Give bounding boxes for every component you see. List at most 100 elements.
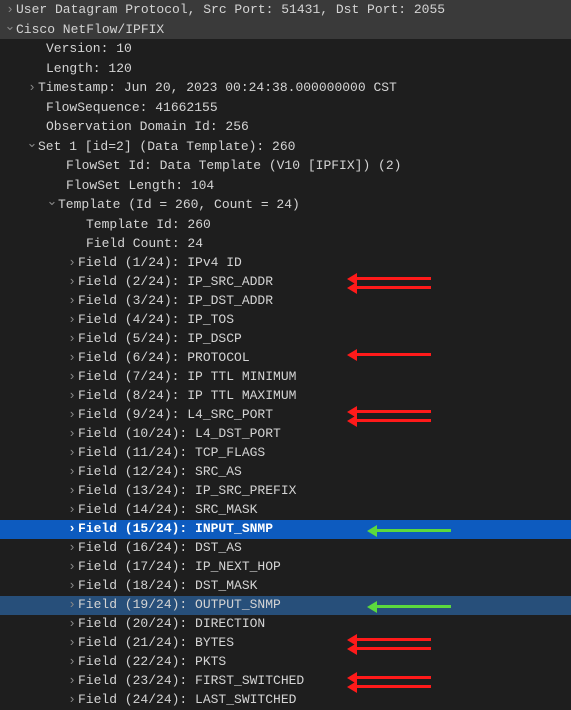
field-label: Field (16/24): DST_AS (78, 538, 242, 558)
chevron-down-icon (4, 20, 16, 40)
flowset-length-label: FlowSet Length: 104 (66, 176, 214, 196)
field-row[interactable]: Field (17/24): IP_NEXT_HOP (0, 558, 571, 577)
field-label: Field (5/24): IP_DSCP (78, 329, 242, 349)
arrow-red-icon (351, 410, 431, 413)
cisco-header-row[interactable]: Cisco NetFlow/IPFIX (0, 20, 571, 40)
template-row[interactable]: Template (Id = 260, Count = 24) (0, 195, 571, 215)
field-count-label: Field Count: 24 (86, 234, 203, 254)
field-row[interactable]: Field (18/24): DST_MASK (0, 577, 571, 596)
field-label: Field (4/24): IP_TOS (78, 310, 234, 330)
field-row[interactable]: Field (24/24): LAST_SWITCHED (0, 691, 571, 710)
chevron-right-icon (66, 595, 78, 615)
timestamp-label: Timestamp: Jun 20, 2023 00:24:38.0000000… (38, 78, 397, 98)
arrow-red-icon (351, 286, 431, 289)
chevron-down-icon (46, 195, 58, 215)
field-row[interactable]: Field (16/24): DST_AS (0, 539, 571, 558)
chevron-right-icon (66, 690, 78, 710)
chevron-right-icon (66, 291, 78, 311)
field-label: Field (22/24): PKTS (78, 652, 226, 672)
field-label: Field (12/24): SRC_AS (78, 462, 242, 482)
chevron-right-icon (66, 367, 78, 387)
field-row[interactable]: Field (7/24): IP TTL MINIMUM (0, 368, 571, 387)
arrow-red-icon (351, 638, 431, 641)
udp-header-label: User Datagram Protocol, Src Port: 51431,… (16, 0, 445, 20)
field-count-row[interactable]: Field Count: 24 (0, 234, 571, 254)
arrow-red-icon (351, 685, 431, 688)
template-label: Template (Id = 260, Count = 24) (58, 195, 300, 215)
cisco-header-label: Cisco NetFlow/IPFIX (16, 20, 164, 40)
version-label: Version: 10 (46, 39, 132, 59)
length-row[interactable]: Length: 120 (0, 59, 571, 79)
flowsequence-row[interactable]: FlowSequence: 41662155 (0, 98, 571, 118)
field-label: Field (8/24): IP TTL MAXIMUM (78, 386, 296, 406)
observation-row[interactable]: Observation Domain Id: 256 (0, 117, 571, 137)
version-row[interactable]: Version: 10 (0, 39, 571, 59)
arrow-green-icon (371, 529, 451, 532)
field-label: Field (2/24): IP_SRC_ADDR (78, 272, 273, 292)
field-label: Field (15/24): INPUT_SNMP (78, 519, 273, 539)
field-label: Field (18/24): DST_MASK (78, 576, 257, 596)
chevron-right-icon (66, 253, 78, 273)
arrow-red-icon (351, 277, 431, 280)
field-label: Field (21/24): BYTES (78, 633, 234, 653)
flowset-length-row[interactable]: FlowSet Length: 104 (0, 176, 571, 196)
field-row[interactable]: Field (3/24): IP_DST_ADDR (0, 292, 571, 311)
field-row[interactable]: Field (2/24): IP_SRC_ADDR (0, 273, 571, 292)
chevron-right-icon (66, 310, 78, 330)
chevron-right-icon (66, 500, 78, 520)
chevron-right-icon (66, 538, 78, 558)
field-row[interactable]: Field (20/24): DIRECTION (0, 615, 571, 634)
field-row[interactable]: Field (1/24): IPv4 ID (0, 254, 571, 273)
set1-label: Set 1 [id=2] (Data Template): 260 (38, 137, 295, 157)
field-row[interactable]: Field (22/24): PKTS (0, 653, 571, 672)
field-row[interactable]: Field (14/24): SRC_MASK (0, 501, 571, 520)
field-label: Field (9/24): L4_SRC_PORT (78, 405, 273, 425)
field-row[interactable]: Field (23/24): FIRST_SWITCHED (0, 672, 571, 691)
timestamp-row[interactable]: Timestamp: Jun 20, 2023 00:24:38.0000000… (0, 78, 571, 98)
field-row[interactable]: Field (21/24): BYTES (0, 634, 571, 653)
set1-row[interactable]: Set 1 [id=2] (Data Template): 260 (0, 137, 571, 157)
field-row[interactable]: Field (19/24): OUTPUT_SNMP (0, 596, 571, 615)
field-row[interactable]: Field (15/24): INPUT_SNMP (0, 520, 571, 539)
field-row[interactable]: Field (5/24): IP_DSCP (0, 330, 571, 349)
field-label: Field (17/24): IP_NEXT_HOP (78, 557, 281, 577)
field-row[interactable]: Field (8/24): IP TTL MAXIMUM (0, 387, 571, 406)
field-row[interactable]: Field (13/24): IP_SRC_PREFIX (0, 482, 571, 501)
chevron-right-icon (66, 652, 78, 672)
chevron-right-icon (66, 405, 78, 425)
chevron-right-icon (66, 671, 78, 691)
chevron-right-icon (66, 481, 78, 501)
chevron-right-icon (66, 614, 78, 634)
chevron-right-icon (66, 329, 78, 349)
field-row[interactable]: Field (4/24): IP_TOS (0, 311, 571, 330)
field-row[interactable]: Field (6/24): PROTOCOL (0, 349, 571, 368)
observation-label: Observation Domain Id: 256 (46, 117, 249, 137)
template-id-row[interactable]: Template Id: 260 (0, 215, 571, 235)
field-row[interactable]: Field (10/24): L4_DST_PORT (0, 425, 571, 444)
arrow-red-icon (351, 647, 431, 650)
field-label: Field (13/24): IP_SRC_PREFIX (78, 481, 296, 501)
arrow-red-icon (351, 676, 431, 679)
field-label: Field (24/24): LAST_SWITCHED (78, 690, 296, 710)
field-label: Field (3/24): IP_DST_ADDR (78, 291, 273, 311)
field-row[interactable]: Field (12/24): SRC_AS (0, 463, 571, 482)
flowset-id-row[interactable]: FlowSet Id: Data Template (V10 [IPFIX]) … (0, 156, 571, 176)
field-label: Field (1/24): IPv4 ID (78, 253, 242, 273)
field-row[interactable]: Field (11/24): TCP_FLAGS (0, 444, 571, 463)
chevron-right-icon (66, 576, 78, 596)
chevron-right-icon (66, 386, 78, 406)
length-label: Length: 120 (46, 59, 132, 79)
chevron-right-icon (66, 633, 78, 653)
chevron-right-icon (66, 272, 78, 292)
fields-container: Field (1/24): IPv4 IDField (2/24): IP_SR… (0, 254, 571, 710)
udp-header-row[interactable]: User Datagram Protocol, Src Port: 51431,… (0, 0, 571, 20)
chevron-right-icon (66, 424, 78, 444)
flowset-id-label: FlowSet Id: Data Template (V10 [IPFIX]) … (66, 156, 401, 176)
field-label: Field (11/24): TCP_FLAGS (78, 443, 265, 463)
field-label: Field (23/24): FIRST_SWITCHED (78, 671, 304, 691)
field-row[interactable]: Field (9/24): L4_SRC_PORT (0, 406, 571, 425)
field-label: Field (6/24): PROTOCOL (78, 348, 250, 368)
field-label: Field (7/24): IP TTL MINIMUM (78, 367, 296, 387)
flowsequence-label: FlowSequence: 41662155 (46, 98, 218, 118)
chevron-down-icon (26, 137, 38, 157)
